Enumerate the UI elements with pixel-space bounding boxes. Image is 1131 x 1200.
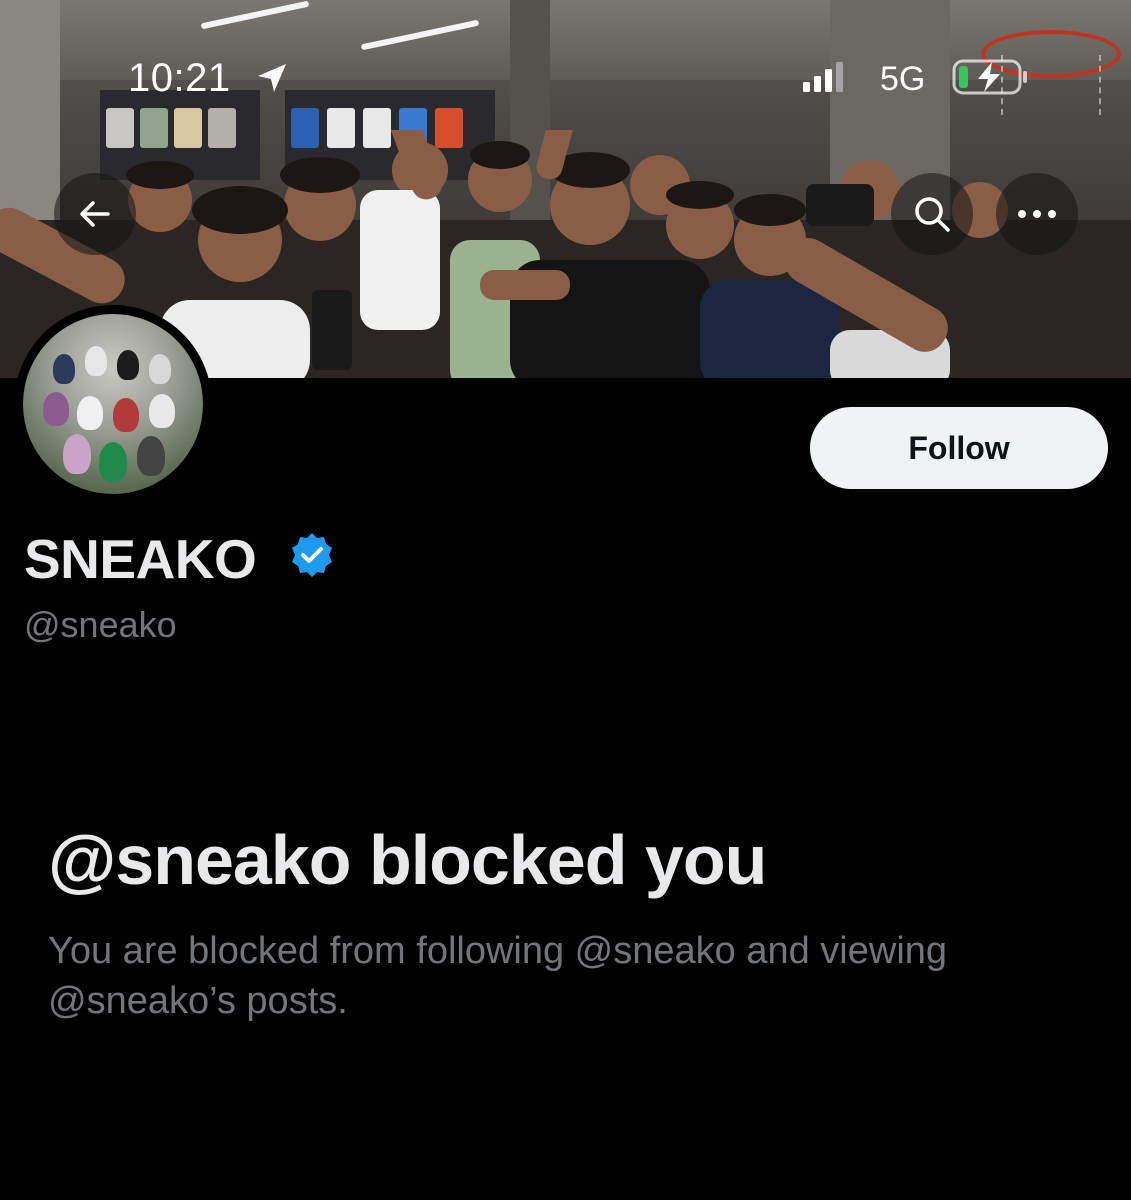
more-horizontal-icon [1018,210,1056,218]
status-time: 10:21 [128,56,231,100]
signal-bars-icon [803,62,843,92]
blocked-title: @sneako blocked you [48,821,767,899]
avatar-image [23,314,203,494]
battery-charging-icon [952,59,1027,95]
location-arrow-icon [258,64,286,92]
search-button[interactable] [891,173,973,255]
profile-display-name: SNEAKO [24,528,257,590]
follow-button[interactable]: Follow [810,407,1108,489]
search-icon [915,197,950,232]
profile-handle: @sneako [24,604,177,645]
arrow-left-icon [80,201,110,227]
more-button[interactable] [996,173,1078,255]
avatar[interactable] [14,305,212,503]
network-type: 5G [880,60,926,98]
blocked-description: You are blocked from following @sneako a… [48,930,948,1022]
verified-badge-icon[interactable] [288,531,336,579]
back-button[interactable] [54,173,136,255]
